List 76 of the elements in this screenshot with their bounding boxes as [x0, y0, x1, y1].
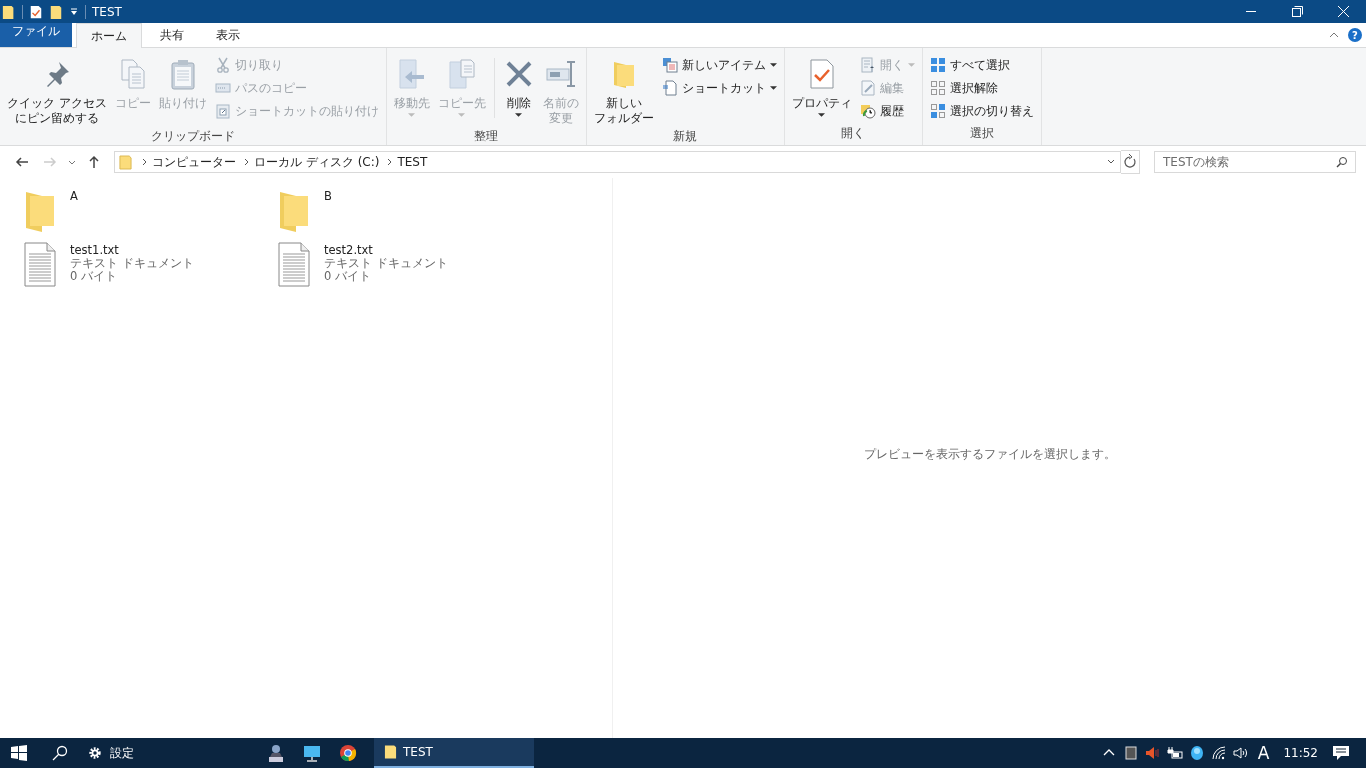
select-all-icon	[929, 57, 946, 73]
group-label: 選択	[968, 125, 995, 142]
notification-icon[interactable]	[1332, 745, 1350, 761]
path-icon	[214, 80, 231, 96]
browser-icon[interactable]	[338, 743, 358, 763]
breadcrumb[interactable]: TEST	[397, 155, 428, 169]
clock[interactable]: 11:52	[1283, 746, 1318, 760]
new-folder-icon[interactable]	[49, 3, 63, 20]
rename-icon	[544, 58, 577, 90]
ribbon-button[interactable]: 削除	[499, 52, 538, 119]
ribbon-button[interactable]: ショートカット	[658, 77, 780, 99]
ribbon-button[interactable]: 履歴	[856, 100, 918, 122]
group-label: クリップボード	[149, 128, 236, 145]
history-icon	[859, 103, 876, 119]
folder-icon	[2, 3, 16, 20]
properties-icon[interactable]	[29, 3, 43, 20]
file-tab[interactable]: ファイル	[0, 23, 72, 47]
group-label: 開く	[840, 125, 867, 142]
speaker-icon[interactable]	[1144, 745, 1161, 761]
breadcrumb[interactable]: ローカル ディスク (C:)	[254, 153, 380, 171]
invert-selection-icon	[929, 103, 946, 119]
monitor-icon[interactable]	[302, 743, 322, 763]
breadcrumb[interactable]: コンピューター	[152, 153, 236, 171]
ribbon-button[interactable]: 新しい フォルダー	[590, 52, 657, 128]
help-button[interactable]: ?	[1348, 28, 1362, 42]
file-size: 0 バイト	[70, 270, 118, 283]
window-title: TEST	[92, 4, 122, 19]
drop-icon[interactable]	[1188, 745, 1205, 761]
chevron-icon	[244, 158, 250, 166]
ribbon-button[interactable]: 選択解除	[926, 77, 1037, 99]
recent-icon[interactable]	[68, 158, 76, 166]
grid-icon[interactable]	[1122, 745, 1139, 761]
wifi-icon[interactable]	[1210, 745, 1227, 761]
volume-icon[interactable]	[1232, 745, 1249, 761]
ribbon-button[interactable]: すべて選択	[926, 54, 1037, 76]
file-name[interactable]: test2.txt	[324, 244, 448, 257]
refresh-icon[interactable]	[1121, 150, 1140, 174]
edit-icon	[859, 80, 876, 96]
address-bar[interactable]: コンピューター ローカル ディスク (C:) TEST	[114, 151, 1121, 173]
select-none-icon	[929, 80, 946, 96]
folder-icon	[384, 744, 397, 760]
paste-shortcut-icon	[214, 103, 231, 119]
battery-plug-icon[interactable]	[1166, 745, 1183, 761]
file-name[interactable]: test1.txt	[70, 244, 194, 257]
open-icon	[859, 57, 876, 73]
preview-message: プレビューを表示するファイルを選択します。	[863, 446, 1116, 462]
group-label: 新規	[672, 128, 699, 145]
dropdown-icon[interactable]	[69, 6, 79, 17]
user-server-icon[interactable]	[266, 743, 286, 763]
gear-icon	[88, 746, 102, 760]
search-icon[interactable]	[52, 745, 68, 761]
ribbon-tab[interactable]: 表示	[202, 23, 254, 47]
file-type: テキスト ドキュメント	[324, 257, 448, 270]
group-label: 整理	[473, 128, 500, 145]
ribbon-button[interactable]: クイック アクセス にピン留めする	[4, 52, 110, 128]
ime-indicator[interactable]: A	[1257, 743, 1270, 763]
ribbon-button[interactable]: プロパティ	[788, 52, 855, 119]
ribbon-button[interactable]: 選択の切り替え	[926, 100, 1037, 122]
new-item-icon	[661, 57, 678, 73]
scissors-icon	[214, 57, 231, 73]
file-type: テキスト ドキュメント	[70, 257, 194, 270]
shortcut-icon	[661, 80, 678, 96]
file-size: 0 バイト	[324, 270, 372, 283]
file-name[interactable]: A	[70, 190, 78, 203]
ribbon-tab[interactable]: 共有	[146, 23, 198, 47]
taskbar-window-button[interactable]: TEST	[374, 738, 534, 768]
search-field[interactable]: TESTの検索	[1154, 151, 1356, 173]
ribbon-tab[interactable]: ホーム	[76, 23, 142, 48]
settings-button[interactable]: 設定	[82, 738, 140, 768]
chevron-icon	[142, 158, 148, 166]
ribbon-button[interactable]: 新しいアイテム	[658, 54, 780, 76]
folder-icon	[119, 154, 132, 170]
file-name[interactable]: B	[324, 190, 332, 203]
search-icon	[1336, 156, 1348, 168]
chevron-icon	[387, 158, 394, 166]
start-icon[interactable]	[11, 745, 27, 761]
